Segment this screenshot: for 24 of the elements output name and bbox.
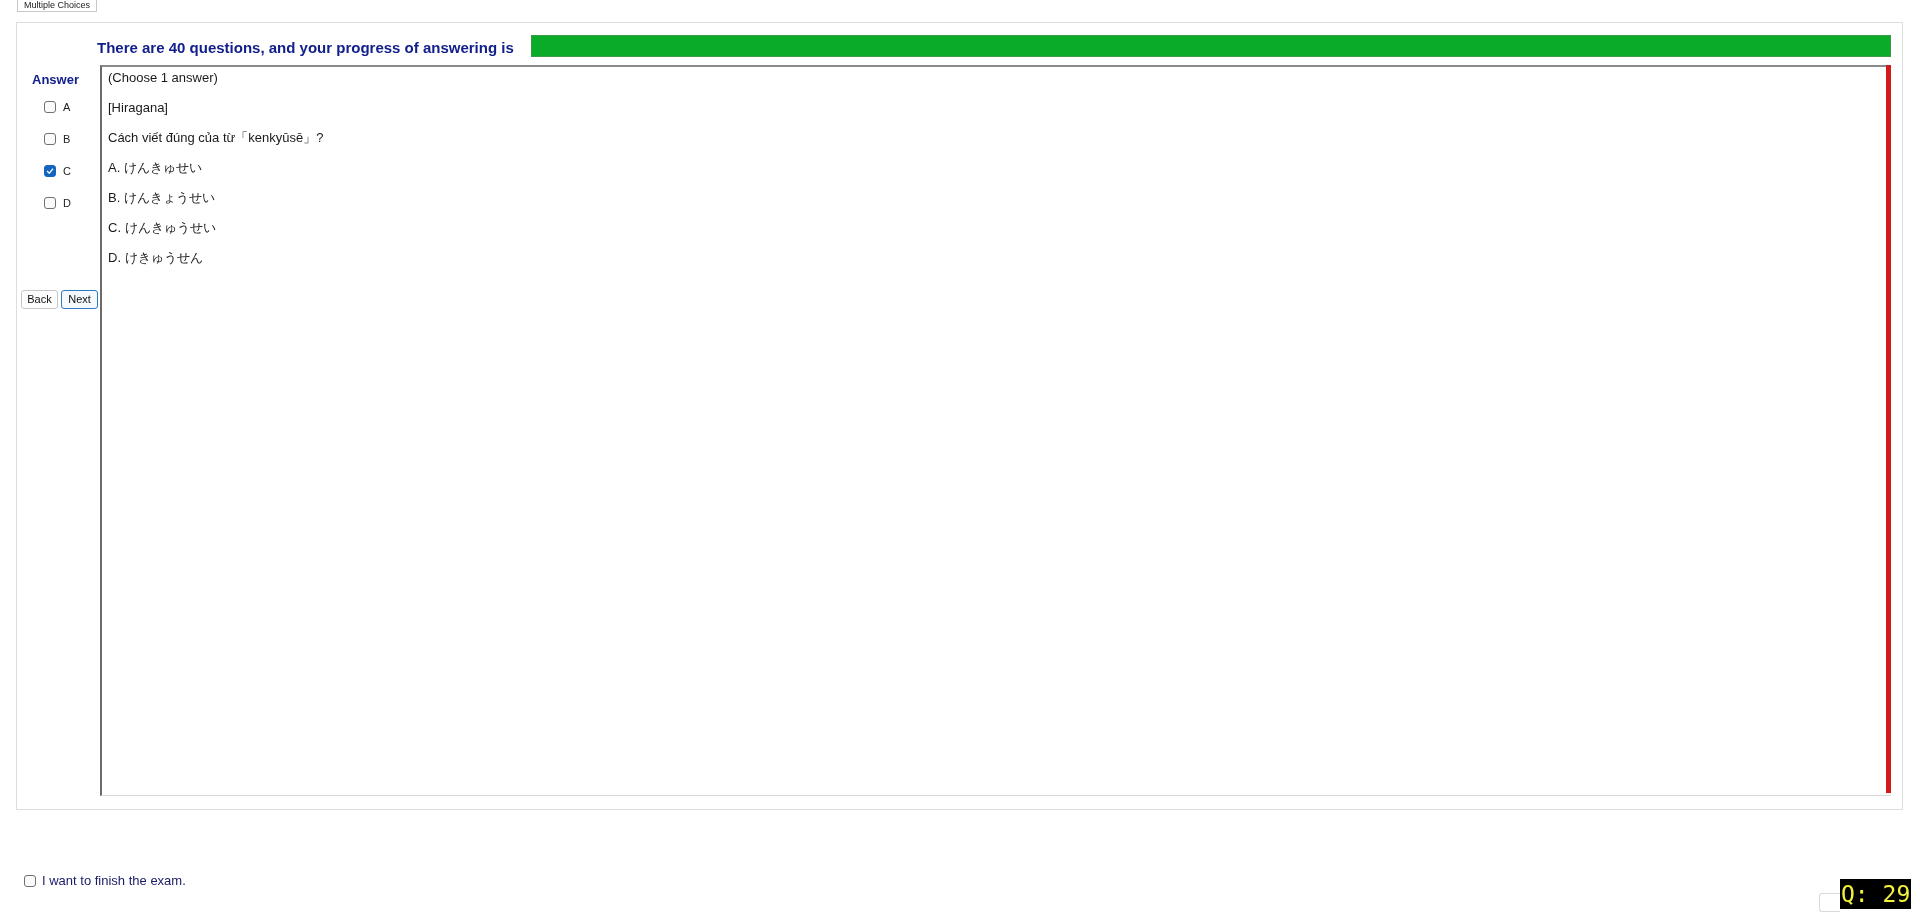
finish-label: I want to finish the exam. [42, 873, 186, 889]
option-label: D [63, 197, 71, 209]
answer-heading: Answer [32, 72, 79, 88]
question-line: B. けんきょうせい [108, 189, 215, 207]
question-line: (Choose 1 answer) [108, 69, 218, 87]
checkbox[interactable] [44, 197, 56, 209]
option-label: C [63, 165, 71, 177]
checkbox[interactable] [44, 165, 56, 177]
checkbox[interactable] [44, 133, 56, 145]
question-line: A. けんきゅせい [108, 159, 202, 177]
question-line: [Hiragana] [108, 99, 168, 117]
nav-button[interactable]: Next [61, 290, 98, 309]
checkbox[interactable] [44, 101, 56, 113]
question-line: D. けきゅうせん [108, 249, 203, 267]
progress-text: There are 40 questions, and your progress of answering is [97, 39, 514, 57]
checkbox[interactable] [24, 875, 36, 887]
question-line: Cách viết đúng của từ「kenkyūsē」? [108, 129, 324, 147]
option-label: A [63, 101, 71, 113]
checkmark-icon [46, 168, 54, 174]
question-number-badge: Q: 29 [1840, 879, 1912, 909]
nav-button[interactable]: Back [21, 290, 58, 309]
option-label: B [63, 133, 71, 145]
question-line: C. けんきゅうせい [108, 219, 216, 237]
tab[interactable]: Multiple Choices [17, 0, 98, 12]
